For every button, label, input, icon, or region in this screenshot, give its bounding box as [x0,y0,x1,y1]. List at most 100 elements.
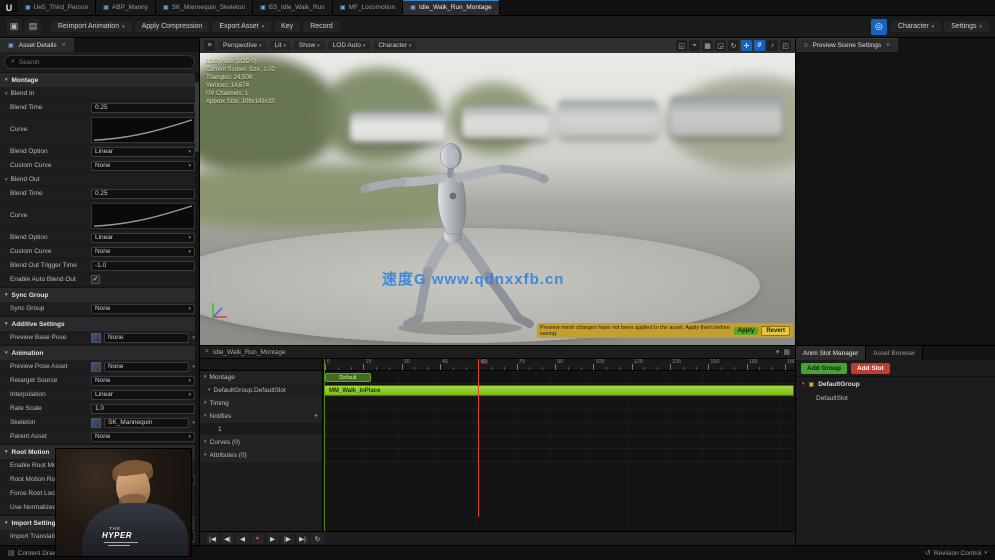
tab-preview-scene-settings[interactable]: ≡ Preview Scene Settings × [796,38,899,52]
scrollbar[interactable] [195,72,199,545]
to-front-button[interactable]: |◀ [206,533,219,544]
to-end-button[interactable]: ▶| [296,533,309,544]
revert-button[interactable]: Revert [761,325,790,336]
apply-compression-button[interactable]: Apply Compression [134,21,210,32]
follow-bone-icon[interactable]: ✛ [741,40,752,51]
enable-auto-blend-out-checkbox[interactable]: ✓ [91,275,100,284]
time-ruler[interactable]: 0 15 30 45 60 75 90 105 120 135 150 165 180 [323,359,795,371]
blend-out-trigger-time-input[interactable]: -1.0 [91,260,195,271]
timing-lane[interactable] [323,397,795,410]
montage-section-chip[interactable]: Default [325,373,371,382]
preview-mannequin[interactable] [355,138,560,338]
timeline-options-icon[interactable]: ▾ [776,348,780,356]
track-timing[interactable]: ▾ Timing [200,397,322,410]
tab-asset-browser[interactable]: Asset Browser [866,346,924,360]
blend-option-dropdown[interactable]: Linear ▾ [91,146,195,157]
skeleton-asset-picker[interactable]: SK_Mannequin ▾ [91,417,195,429]
record-button[interactable]: Record [303,21,340,32]
turntable-icon[interactable]: ↻ [728,40,739,51]
track-area[interactable]: 0 15 30 45 60 75 90 105 120 135 150 165 180 Default … [323,359,795,531]
attributes-lane[interactable] [323,449,795,462]
track-defaultgroup-defaultslot[interactable]: ▾ DefaultGroup.DefaultSlot [200,384,322,397]
step-back-button[interactable]: ◀| [221,533,234,544]
browse-content-icon[interactable]: ▤ [25,18,41,35]
sync-group-dropdown[interactable]: None ▾ [91,303,195,314]
character-button[interactable]: Character ▾ [890,21,942,32]
add-notify-track-icon[interactable]: + [314,413,318,420]
playhead[interactable] [478,359,480,517]
section-header-sync-group[interactable]: ▾ Sync Group [0,287,199,302]
editor-tab-idle-walk-run-montage[interactable]: ▣ Idle_Walk_Run_Montage [403,0,500,15]
custom-curve-dropdown[interactable]: None ▾ [91,160,195,171]
add-slot-button[interactable]: Add Slot [850,362,890,374]
revision-control-button[interactable]: ↺ Revision Control ▾ [925,549,987,558]
editor-tab-mf-locomotion[interactable]: ▣ MF_Locomotion [332,0,404,15]
camera-icon[interactable]: ⌖ [689,40,700,51]
anim-segment-clip[interactable]: MM_Walk_InPlace [324,385,794,396]
view-grid-icon[interactable]: ▦ [702,40,713,51]
blend-time-input[interactable]: 0.25 [91,188,195,199]
rate-scale-input[interactable]: 1.0 [91,403,195,414]
reimport-animation-button[interactable]: Reimport Animation ▾ [51,21,132,32]
loop-button[interactable]: ↻ [311,533,324,544]
notify-sub-lane[interactable] [323,423,795,436]
retarget-source-dropdown[interactable]: None ▾ [91,375,195,386]
preview-pose-asset-asset-picker[interactable]: None ▾ [91,361,195,373]
timeline-grid-icon[interactable]: ▦ [783,348,790,356]
tab-asset-details[interactable]: ▣ Asset Details × [0,38,74,52]
audio-icon[interactable]: ♪ [767,40,778,51]
sections-lane[interactable]: Default [323,371,795,384]
close-icon[interactable]: × [62,42,66,49]
editor-tab-abp-manny[interactable]: ▣ ABP_Manny [96,0,157,15]
lit-dropdown[interactable]: Lit ▾ [269,41,291,50]
play-button[interactable]: ▶ [266,533,279,544]
asset-details-search-input[interactable]: ⌕ Search [4,55,195,69]
slot-row[interactable]: DefaultSlot [796,391,995,405]
curves-lane[interactable] [323,436,795,449]
viewport-menu-icon[interactable]: ≡ [204,40,215,51]
editor-tab-sk-mannequin-skeleton[interactable]: ▣ SK_Mannequin_Skeleton [156,0,254,15]
save-icon[interactable]: ▣ [6,18,22,35]
slot-lane[interactable]: MM_Walk_InPlace [323,384,795,397]
track-attributes-0[interactable]: ▾ Attributes (0) [200,449,322,462]
track-1[interactable]: 1 [200,423,322,436]
notifies-lane[interactable] [323,410,795,423]
editor-tab-ue5-third-person[interactable]: ▣ Ue5_Third_Person [18,0,97,15]
section-header-additive-settings[interactable]: ▾ Additive Settings [0,316,199,331]
screenshot-icon[interactable]: ◲ [715,40,726,51]
section-header-montage[interactable]: ▾ Montage [0,72,199,87]
interpolation-dropdown[interactable]: Linear ▾ [91,389,195,400]
fullscreen-icon[interactable]: ◰ [780,40,791,51]
key-button[interactable]: Key [274,21,301,32]
bone-draw-icon[interactable]: # [754,40,765,51]
section-header-animation[interactable]: ▾ Animation [0,345,199,360]
character-dropdown[interactable]: Character ▾ [373,41,417,50]
tab-anim-slot-manager[interactable]: Anim Slot Manager [796,346,867,360]
blend-time-input[interactable]: 0.25 [91,102,195,113]
step-forward-button[interactable]: |▶ [281,533,294,544]
play-reverse-button[interactable]: ◀ [236,533,249,544]
maximize-icon[interactable]: ◱ [676,40,687,51]
editor-tab-bs-idle-walk-run[interactable]: ▣ BS_Idle_Walk_Run [253,0,333,15]
add-group-button[interactable]: Add Group [801,362,847,374]
show-dropdown[interactable]: Show ▾ [293,41,325,50]
track-montage[interactable]: ▾ Montage [200,371,322,384]
unreal-logo-icon[interactable]: U [0,0,18,15]
preview-viewport[interactable]: 速度G www.qdnxxfb.cn ≡ Perspective ▾ Lit ▾ Show… [200,38,795,345]
apply-button[interactable]: Apply [733,326,759,335]
track-curves-0[interactable]: ▾ Curves (0) [200,436,322,449]
parent-asset-dropdown[interactable]: None ▾ [91,431,195,442]
settings-button[interactable]: Settings ▾ [944,21,989,32]
track-notifies[interactable]: ▾ Notifies + [200,410,322,423]
curve-preview[interactable] [91,202,195,229]
preview-profile-icon[interactable]: ◎ [870,18,887,35]
slot-group-row[interactable]: ▾ ▣ DefaultGroup [796,377,995,391]
perspective-dropdown[interactable]: Perspective ▾ [218,41,267,50]
custom-curve-dropdown[interactable]: None ▾ [91,246,195,257]
blend-option-dropdown[interactable]: Linear ▾ [91,232,195,243]
lod-auto-dropdown[interactable]: LOD Auto ▾ [327,41,371,50]
record-button[interactable]: ● [251,533,264,544]
scrollbar-thumb[interactable] [195,82,199,152]
curve-preview[interactable] [91,116,195,143]
filter-icon[interactable]: ⌕ [205,348,209,356]
